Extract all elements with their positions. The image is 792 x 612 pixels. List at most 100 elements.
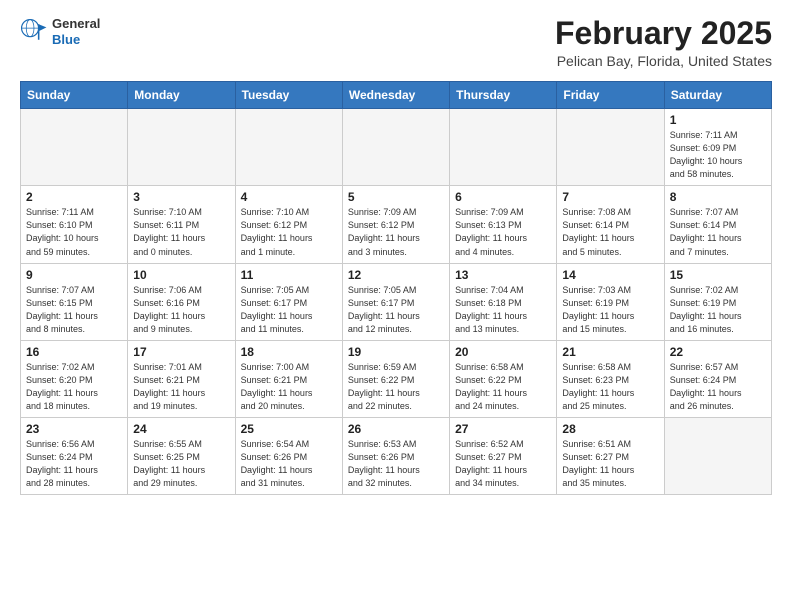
day-number: 1 [670, 113, 766, 127]
calendar-cell: 24 Sunrise: 6:55 AM Sunset: 6:25 PM Dayli… [128, 417, 235, 494]
calendar-cell: 21 Sunrise: 6:58 AM Sunset: 6:23 PM Dayli… [557, 340, 664, 417]
calendar-cell: 13 Sunrise: 7:04 AM Sunset: 6:18 PM Dayli… [450, 263, 557, 340]
day-info: Sunrise: 7:07 AM Sunset: 6:14 PM Dayligh… [670, 206, 766, 258]
day-number: 15 [670, 268, 766, 282]
logo-icon [20, 18, 48, 46]
day-info: Sunrise: 6:56 AM Sunset: 6:24 PM Dayligh… [26, 438, 122, 490]
calendar-cell: 26Sunrise: 6:53 AM Sunset: 6:26 PM Dayli… [342, 417, 449, 494]
day-number: 19 [348, 345, 444, 359]
day-info: Sunrise: 7:02 AM Sunset: 6:20 PM Dayligh… [26, 361, 122, 413]
calendar-header-row: SundayMondayTuesdayWednesdayThursdayFrid… [21, 82, 772, 109]
calendar-cell: 18 Sunrise: 7:00 AM Sunset: 6:21 PM Dayli… [235, 340, 342, 417]
day-info: Sunrise: 7:08 AM Sunset: 6:14 PM Dayligh… [562, 206, 658, 258]
calendar-cell: 15 Sunrise: 7:02 AM Sunset: 6:19 PM Dayli… [664, 263, 771, 340]
day-number: 13 [455, 268, 551, 282]
day-info: Sunrise: 7:03 AM Sunset: 6:19 PM Dayligh… [562, 284, 658, 336]
day-info: Sunrise: 7:02 AM Sunset: 6:19 PM Dayligh… [670, 284, 766, 336]
day-info: Sunrise: 7:09 AM Sunset: 6:12 PM Dayligh… [348, 206, 444, 258]
week-row-5: 23 Sunrise: 6:56 AM Sunset: 6:24 PM Dayli… [21, 417, 772, 494]
header: General Blue February 2025 Pelican Bay, … [20, 16, 772, 69]
day-number: 28 [562, 422, 658, 436]
calendar-table: SundayMondayTuesdayWednesdayThursdayFrid… [20, 81, 772, 495]
calendar-cell [450, 109, 557, 186]
day-info: Sunrise: 7:05 AM Sunset: 6:17 PM Dayligh… [348, 284, 444, 336]
calendar-cell: 20 Sunrise: 6:58 AM Sunset: 6:22 PM Dayli… [450, 340, 557, 417]
day-info: Sunrise: 7:07 AM Sunset: 6:15 PM Dayligh… [26, 284, 122, 336]
day-info: Sunrise: 7:11 AM Sunset: 6:10 PM Dayligh… [26, 206, 122, 258]
day-number: 5 [348, 190, 444, 204]
logo: General Blue [20, 16, 100, 47]
day-info: Sunrise: 7:04 AM Sunset: 6:18 PM Dayligh… [455, 284, 551, 336]
day-number: 23 [26, 422, 122, 436]
day-info: Sunrise: 6:53 AM Sunset: 6:26 PM Dayligh… [348, 438, 444, 490]
day-number: 24 [133, 422, 229, 436]
day-info: Sunrise: 7:05 AM Sunset: 6:17 PM Dayligh… [241, 284, 337, 336]
calendar-cell: 25 Sunrise: 6:54 AM Sunset: 6:26 PM Dayli… [235, 417, 342, 494]
calendar-cell: 17Sunrise: 7:01 AM Sunset: 6:21 PM Dayli… [128, 340, 235, 417]
day-number: 20 [455, 345, 551, 359]
day-info: Sunrise: 7:00 AM Sunset: 6:21 PM Dayligh… [241, 361, 337, 413]
day-number: 8 [670, 190, 766, 204]
calendar-cell: 1 Sunrise: 7:11 AM Sunset: 6:09 PM Daylig… [664, 109, 771, 186]
week-row-4: 16Sunrise: 7:02 AM Sunset: 6:20 PM Dayli… [21, 340, 772, 417]
day-info: Sunrise: 6:55 AM Sunset: 6:25 PM Dayligh… [133, 438, 229, 490]
day-number: 27 [455, 422, 551, 436]
day-number: 6 [455, 190, 551, 204]
day-info: Sunrise: 7:01 AM Sunset: 6:21 PM Dayligh… [133, 361, 229, 413]
calendar-cell [342, 109, 449, 186]
calendar-cell: 14 Sunrise: 7:03 AM Sunset: 6:19 PM Dayli… [557, 263, 664, 340]
day-number: 4 [241, 190, 337, 204]
calendar-cell: 9 Sunrise: 7:07 AM Sunset: 6:15 PM Daylig… [21, 263, 128, 340]
calendar-cell [235, 109, 342, 186]
day-number: 7 [562, 190, 658, 204]
col-header-friday: Friday [557, 82, 664, 109]
week-row-3: 9 Sunrise: 7:07 AM Sunset: 6:15 PM Daylig… [21, 263, 772, 340]
calendar-cell: 2 Sunrise: 7:11 AM Sunset: 6:10 PM Daylig… [21, 186, 128, 263]
calendar-cell: 16Sunrise: 7:02 AM Sunset: 6:20 PM Dayli… [21, 340, 128, 417]
calendar-cell: 28Sunrise: 6:51 AM Sunset: 6:27 PM Dayli… [557, 417, 664, 494]
col-header-thursday: Thursday [450, 82, 557, 109]
calendar-cell: 27 Sunrise: 6:52 AM Sunset: 6:27 PM Dayli… [450, 417, 557, 494]
day-number: 21 [562, 345, 658, 359]
day-number: 2 [26, 190, 122, 204]
col-header-wednesday: Wednesday [342, 82, 449, 109]
day-number: 25 [241, 422, 337, 436]
calendar-cell: 23 Sunrise: 6:56 AM Sunset: 6:24 PM Dayli… [21, 417, 128, 494]
calendar-cell: 3Sunrise: 7:10 AM Sunset: 6:11 PM Daylig… [128, 186, 235, 263]
day-info: Sunrise: 6:58 AM Sunset: 6:23 PM Dayligh… [562, 361, 658, 413]
calendar-cell [664, 417, 771, 494]
day-info: Sunrise: 6:58 AM Sunset: 6:22 PM Dayligh… [455, 361, 551, 413]
calendar-cell [21, 109, 128, 186]
day-info: Sunrise: 6:54 AM Sunset: 6:26 PM Dayligh… [241, 438, 337, 490]
day-info: Sunrise: 7:11 AM Sunset: 6:09 PM Dayligh… [670, 129, 766, 181]
day-number: 12 [348, 268, 444, 282]
day-info: Sunrise: 6:59 AM Sunset: 6:22 PM Dayligh… [348, 361, 444, 413]
col-header-saturday: Saturday [664, 82, 771, 109]
calendar-cell [128, 109, 235, 186]
calendar-cell: 6 Sunrise: 7:09 AM Sunset: 6:13 PM Daylig… [450, 186, 557, 263]
col-header-monday: Monday [128, 82, 235, 109]
day-info: Sunrise: 7:10 AM Sunset: 6:12 PM Dayligh… [241, 206, 337, 258]
calendar-cell: 12 Sunrise: 7:05 AM Sunset: 6:17 PM Dayli… [342, 263, 449, 340]
day-number: 9 [26, 268, 122, 282]
calendar-cell: 4 Sunrise: 7:10 AM Sunset: 6:12 PM Daylig… [235, 186, 342, 263]
calendar-cell: 22 Sunrise: 6:57 AM Sunset: 6:24 PM Dayli… [664, 340, 771, 417]
page: General Blue February 2025 Pelican Bay, … [0, 0, 792, 511]
week-row-2: 2 Sunrise: 7:11 AM Sunset: 6:10 PM Daylig… [21, 186, 772, 263]
month-title: February 2025 [555, 16, 772, 51]
day-info: Sunrise: 7:06 AM Sunset: 6:16 PM Dayligh… [133, 284, 229, 336]
day-info: Sunrise: 7:10 AM Sunset: 6:11 PM Dayligh… [133, 206, 229, 258]
calendar-cell: 11Sunrise: 7:05 AM Sunset: 6:17 PM Dayli… [235, 263, 342, 340]
col-header-tuesday: Tuesday [235, 82, 342, 109]
calendar-cell: 7 Sunrise: 7:08 AM Sunset: 6:14 PM Daylig… [557, 186, 664, 263]
day-info: Sunrise: 6:52 AM Sunset: 6:27 PM Dayligh… [455, 438, 551, 490]
title-block: February 2025 Pelican Bay, Florida, Unit… [555, 16, 772, 69]
logo-text: General Blue [52, 16, 100, 47]
calendar-cell: 19 Sunrise: 6:59 AM Sunset: 6:22 PM Dayli… [342, 340, 449, 417]
day-number: 18 [241, 345, 337, 359]
day-number: 14 [562, 268, 658, 282]
day-info: Sunrise: 6:57 AM Sunset: 6:24 PM Dayligh… [670, 361, 766, 413]
week-row-1: 1 Sunrise: 7:11 AM Sunset: 6:09 PM Daylig… [21, 109, 772, 186]
day-info: Sunrise: 7:09 AM Sunset: 6:13 PM Dayligh… [455, 206, 551, 258]
day-number: 22 [670, 345, 766, 359]
